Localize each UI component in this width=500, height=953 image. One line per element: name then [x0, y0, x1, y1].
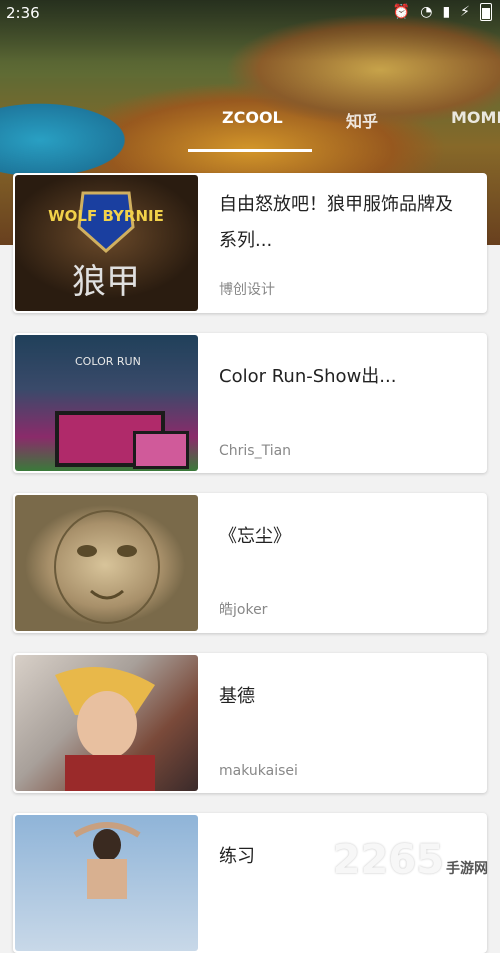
list-item[interactable]: 《忘尘》 皓joker: [13, 493, 487, 633]
card-title: Color Run-Show出...: [219, 366, 397, 387]
card-title: 自由怒放吧！狼甲服饰品牌及系列...: [219, 194, 453, 251]
signal-icon: ▮: [442, 4, 451, 20]
thumb-badge: WOLF BYRNIE: [48, 207, 164, 225]
thumbnail-image: [15, 815, 198, 951]
wifi-icon: ◔: [420, 4, 433, 20]
thumbnail-image: [15, 495, 198, 631]
list-item[interactable]: WOLF BYRNIE 狼甲 自由怒放吧！狼甲服饰品牌及系列... 博创设计: [13, 173, 487, 313]
watermark-logo: 2265 手游网: [333, 837, 488, 883]
tab-mome[interactable]: MOME: [451, 108, 500, 127]
status-time: 2:36: [6, 4, 40, 22]
charging-icon: ⚡: [460, 4, 470, 20]
card-author: 博创设计: [219, 282, 275, 298]
tab-zhihu[interactable]: 知乎: [346, 108, 378, 132]
thumb-text: COLOR RUN: [75, 355, 141, 368]
list-item[interactable]: 练习: [13, 813, 487, 953]
card-title: 基德: [219, 686, 255, 707]
watermark-number: 2265: [332, 837, 444, 883]
thumbnail-image: WOLF BYRNIE 狼甲: [15, 175, 198, 311]
status-icons: ⏰ ◔ ▮ ⚡: [393, 3, 492, 21]
thumb-text: 狼甲: [72, 262, 140, 302]
card-title: 《忘尘》: [219, 526, 291, 547]
watermark-text: 手游网: [446, 861, 488, 877]
card-author: Chris_Tian: [219, 443, 292, 459]
status-bar: 2:36 ⏰ ◔ ▮ ⚡: [0, 0, 500, 26]
thumbnail-image: [15, 655, 198, 791]
thumbnail-image: COLOR RUN: [15, 335, 198, 471]
battery-icon: [480, 3, 492, 21]
alarm-icon: ⏰: [392, 4, 411, 20]
tab-indicator: [188, 149, 312, 152]
tab-zcool[interactable]: ZCOOL: [222, 108, 283, 127]
card-author: makukaisei: [219, 763, 298, 779]
list-item[interactable]: 基德 makukaisei: [13, 653, 487, 793]
list-item[interactable]: COLOR RUN Color Run-Show出... Chris_Tian: [13, 333, 487, 473]
source-tabs: ZCOOL 知乎 MOME: [0, 108, 500, 148]
card-author: 皓joker: [219, 602, 268, 618]
